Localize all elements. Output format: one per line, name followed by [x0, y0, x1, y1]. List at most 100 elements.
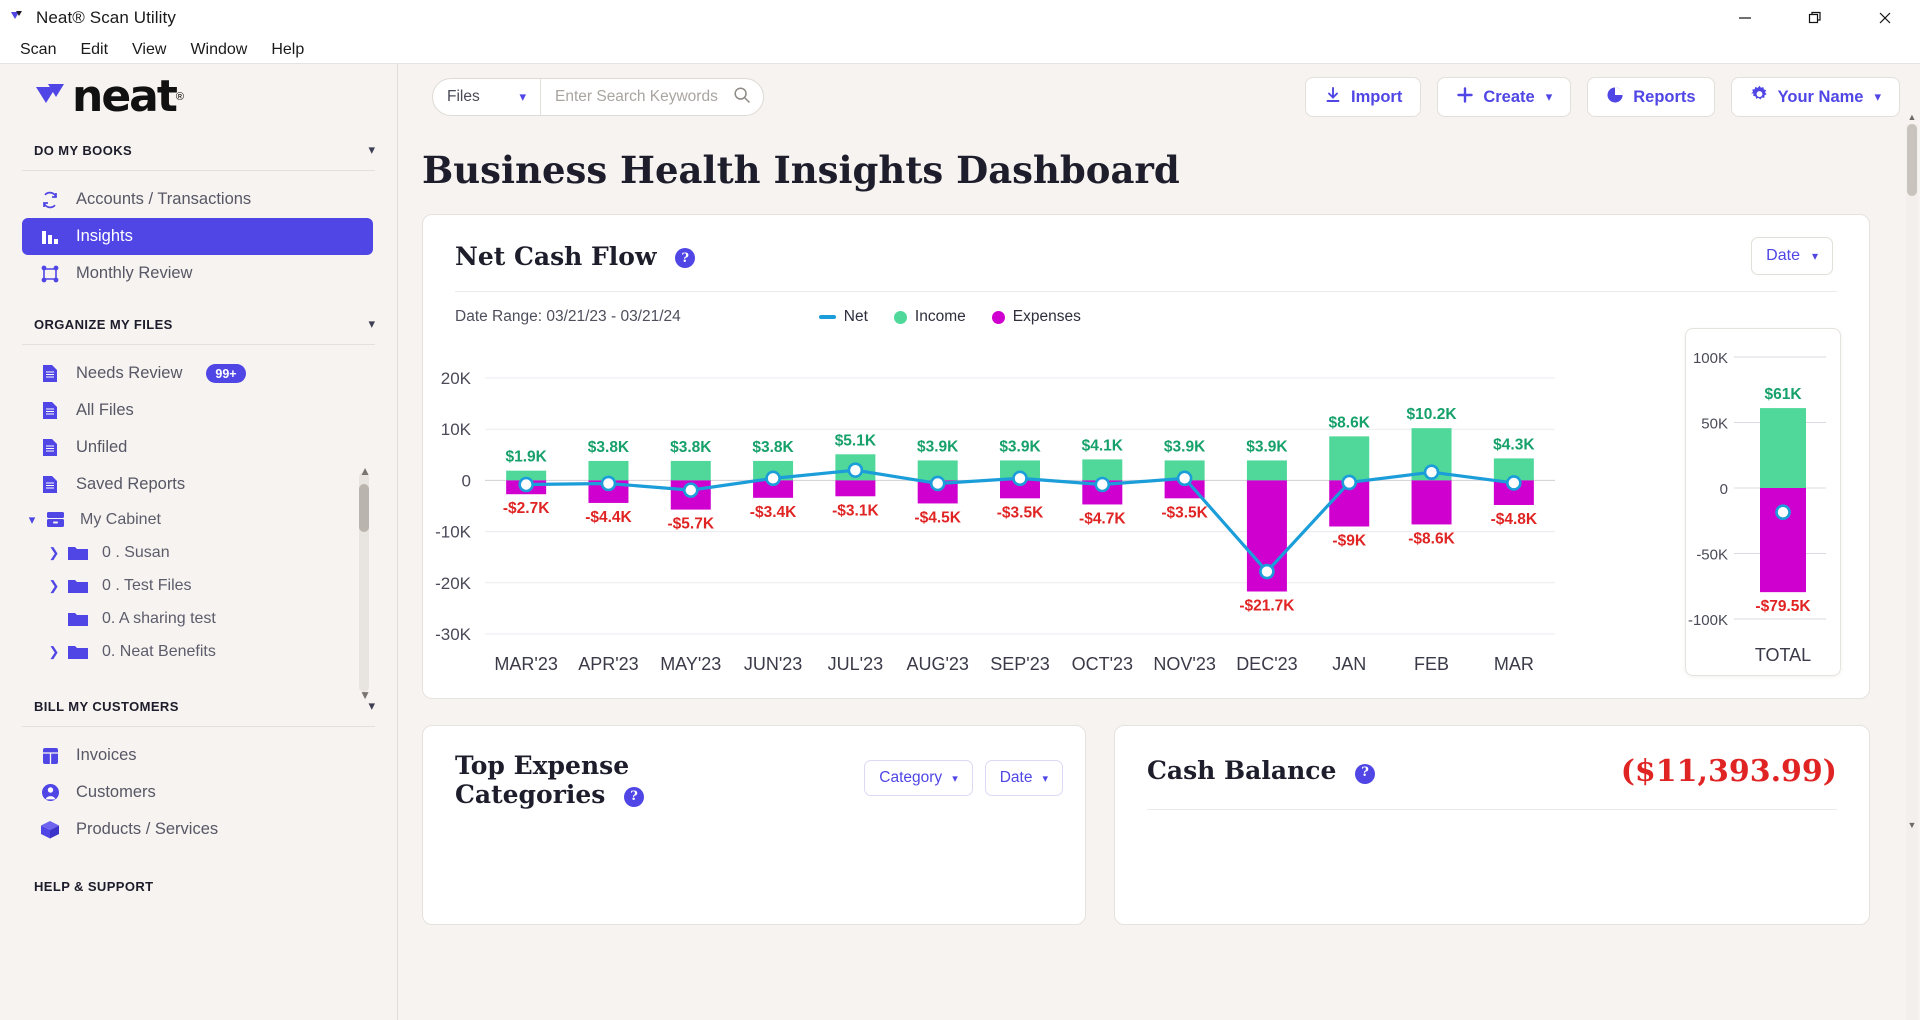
svg-text:MAY'23: MAY'23 — [660, 654, 721, 674]
section-title: BILL MY CUSTOMERS — [34, 698, 179, 714]
legend-expenses[interactable]: Expenses — [991, 308, 1081, 326]
menu-bar: Scan Edit View Window Help — [0, 36, 1920, 64]
legend-label: Expenses — [1012, 308, 1081, 325]
help-icon[interactable]: ? — [675, 248, 696, 268]
date-dropdown[interactable]: Date ▾ — [1751, 237, 1833, 275]
search-scope-dropdown[interactable]: Files ▾ — [433, 79, 541, 115]
menu-window[interactable]: Window — [178, 39, 259, 61]
brand-registered: ® — [175, 91, 184, 103]
title-text: Net Cash Flow — [455, 241, 657, 271]
sidebar-item-products-services[interactable]: Products / Services — [22, 811, 373, 848]
legend-net[interactable]: Net — [818, 308, 868, 326]
app-logo-icon — [8, 7, 30, 29]
svg-text:$10.2K: $10.2K — [1407, 406, 1458, 423]
section-header-bill-my-customers[interactable]: BILL MY CUSTOMERS ▾ — [0, 686, 397, 726]
help-icon[interactable]: ? — [1355, 763, 1376, 784]
svg-text:MAR: MAR — [1494, 654, 1534, 674]
chevron-down-icon[interactable]: ▾ — [368, 142, 375, 158]
scrollbar-thumb[interactable] — [359, 484, 369, 532]
svg-text:DEC'23: DEC'23 — [1236, 654, 1297, 674]
close-button[interactable] — [1850, 0, 1920, 36]
menu-scan[interactable]: Scan — [8, 39, 68, 61]
sidebar-item-label: Invoices — [76, 746, 137, 764]
expense-date-dropdown[interactable]: Date ▾ — [984, 760, 1063, 796]
create-button[interactable]: Create ▾ — [1437, 77, 1572, 117]
date-dropdown-label: Date — [1766, 247, 1800, 264]
search-scope-label: Files — [447, 88, 480, 105]
sidebar-item-my-cabinet[interactable]: ▾ My Cabinet — [0, 503, 373, 536]
scroll-up-icon[interactable]: ▲ — [1906, 112, 1918, 122]
tree-item-label: 0 . Test Files — [102, 576, 192, 594]
legend-income[interactable]: Income — [893, 308, 966, 326]
svg-text:-10K: -10K — [435, 523, 472, 542]
scroll-down-icon[interactable]: ▼ — [1906, 820, 1918, 830]
import-button[interactable]: Import — [1304, 77, 1422, 117]
folder-icon — [68, 578, 94, 594]
total-panel: 100K 50K 0 -50K -100K $61K -$79.5K TOTAL — [1685, 328, 1841, 676]
help-icon[interactable]: ? — [624, 787, 645, 808]
search-input[interactable]: Enter Search Keywords — [555, 88, 718, 106]
window-title: Neat® Scan Utility — [36, 8, 176, 27]
account-menu-button[interactable]: Your Name ▾ — [1730, 77, 1900, 117]
status-badge: 99+ — [206, 364, 246, 383]
search-bar[interactable]: Files ▾ Enter Search Keywords — [432, 78, 764, 116]
sync-icon — [40, 190, 60, 210]
sidebar-item-customers[interactable]: Customers — [22, 774, 373, 811]
sidebar-item-insights[interactable]: Insights — [22, 218, 373, 255]
section-header-organize-my-files[interactable]: ORGANIZE MY FILES ▾ — [0, 304, 397, 344]
svg-text:-30K: -30K — [435, 625, 472, 644]
reports-button[interactable]: Reports — [1587, 77, 1715, 117]
sidebar-item-unfiled[interactable]: Unfiled — [22, 429, 373, 466]
sidebar-item-needs-review[interactable]: Needs Review 99+ — [22, 355, 373, 392]
minimize-button[interactable] — [1710, 0, 1780, 36]
scroll-down-icon[interactable]: ▼ — [359, 688, 371, 702]
search-input-wrap[interactable]: Enter Search Keywords — [541, 79, 763, 115]
tree-item-label: 0. Neat Benefits — [102, 642, 216, 660]
sidebar-item-label: Saved Reports — [76, 475, 186, 493]
svg-text:-50K: -50K — [1696, 547, 1728, 564]
sidebar-item-saved-reports[interactable]: Saved Reports — [22, 466, 373, 503]
sidebar-item-monthly-review[interactable]: Monthly Review — [22, 255, 373, 292]
section-header-do-my-books[interactable]: DO MY BOOKS ▾ — [0, 130, 397, 170]
chevron-down-icon: ▾ — [952, 772, 958, 785]
maximize-button[interactable] — [1780, 0, 1850, 36]
tree-item-a-sharing-test[interactable]: 0. A sharing test — [22, 602, 373, 635]
net-cash-flow-header: Net Cash Flow ? Date ▾ — [423, 215, 1869, 291]
tree-item-neat-benefits[interactable]: ❯ 0. Neat Benefits — [22, 635, 373, 668]
svg-text:-$3.5K: -$3.5K — [997, 504, 1044, 521]
chevron-down-icon[interactable]: ▾ — [368, 316, 375, 332]
chevron-right-icon[interactable]: ❯ — [40, 545, 68, 561]
section-header-help-support[interactable]: HELP & SUPPORT — [0, 866, 397, 906]
invoice-icon — [40, 746, 60, 766]
chevron-right-icon[interactable]: ❯ — [40, 578, 68, 594]
chevron-down-icon[interactable]: ▾ — [18, 512, 46, 528]
chevron-down-icon: ▾ — [519, 89, 526, 104]
chevron-right-icon[interactable]: ❯ — [40, 644, 68, 660]
divider — [22, 726, 375, 727]
scrollbar-thumb[interactable] — [1907, 124, 1917, 196]
category-dropdown[interactable]: Category ▾ — [864, 760, 973, 796]
sidebar-item-accounts-transactions[interactable]: Accounts / Transactions — [22, 181, 373, 218]
sidebar: neat ® DO MY BOOKS ▾ Accounts / Transact… — [0, 64, 398, 1020]
menu-view[interactable]: View — [120, 39, 178, 61]
svg-text:10K: 10K — [441, 420, 472, 439]
top-expense-header: Top Expense Categories ? Category ▾ Date… — [423, 726, 1085, 810]
sidebar-item-invoices[interactable]: Invoices — [22, 737, 373, 774]
tree-item-susan[interactable]: ❯ 0 . Susan — [22, 536, 373, 569]
tree-item-test-files[interactable]: ❯ 0 . Test Files — [22, 569, 373, 602]
sidebar-item-label: Products / Services — [76, 820, 219, 838]
chart-svg: 20K 10K 0 -10K -20K -30K $1.9K -$2.7K MAR'23 $3.8… — [435, 369, 1555, 674]
chevron-down-icon: ▾ — [1874, 89, 1881, 104]
main-scrollbar[interactable]: ▲ ▼ — [1906, 112, 1918, 1020]
search-icon[interactable] — [733, 86, 751, 109]
sidebar-item-all-files[interactable]: All Files — [22, 392, 373, 429]
svg-text:$3.9K: $3.9K — [917, 438, 959, 455]
sidebar-files-scrollbar[interactable] — [359, 472, 369, 692]
menu-help[interactable]: Help — [259, 39, 316, 61]
folder-icon — [68, 545, 94, 561]
menu-edit[interactable]: Edit — [68, 39, 120, 61]
svg-text:JUL'23: JUL'23 — [828, 654, 883, 674]
svg-text:$3.8K: $3.8K — [752, 439, 794, 456]
divider — [1147, 809, 1837, 810]
scroll-up-icon[interactable]: ▲ — [359, 464, 371, 478]
